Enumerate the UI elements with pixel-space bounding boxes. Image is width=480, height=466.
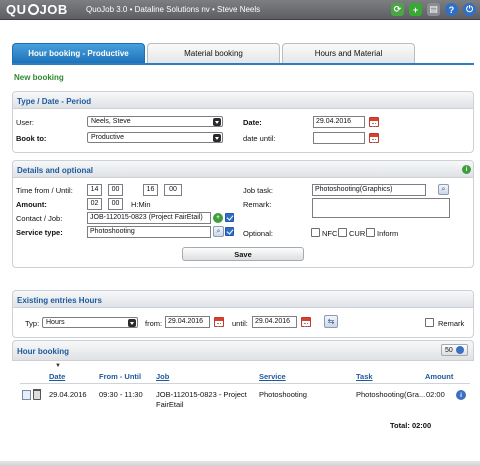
help-icon[interactable]: ? [445,3,458,16]
calendar-icon[interactable] [214,317,224,327]
date-until-label: date until: [243,134,276,143]
time-from-minute[interactable]: 00 [108,184,123,196]
existing-entries-section: Existing entries Hours [12,290,474,338]
table-divider [20,383,470,384]
book-to-select[interactable]: Productive [87,132,223,143]
row-job-line2: FairEtail [156,400,184,409]
from-label: from: [145,319,163,328]
column-amount[interactable]: Amount [425,372,453,381]
user-select[interactable]: Neels, Steve [87,116,223,127]
row-info-icon[interactable]: i [456,390,466,400]
until-date-input[interactable]: 29.04.2016 [252,316,297,328]
amount-minute[interactable]: 00 [108,198,123,210]
new-booking-heading: New booking [14,73,64,82]
time-until-hour[interactable]: 16 [143,184,158,196]
column-service[interactable]: Service [259,372,286,381]
cur-label: CUR [349,229,366,238]
window-bottom-edge [0,461,480,466]
row-date: 29.04.2016 [49,390,87,399]
from-date-input[interactable]: 29.04.2016 [165,316,210,328]
cur-checkbox[interactable] [338,228,347,237]
typ-label: Typ: [25,319,40,328]
remark-label: Remark: [243,200,272,209]
time-from-hour[interactable]: 14 [87,184,102,196]
refresh-icon[interactable]: ⟳ [391,3,404,16]
until-label: until: [232,319,248,328]
amount-label: Amount: [16,200,47,209]
page-size-selector[interactable]: 50 [441,344,468,356]
remark-filter-checkbox[interactable] [425,318,434,327]
contact-job-input[interactable]: JOB-112015-0823 (Project FairEtail) [87,212,211,224]
date-input[interactable]: 29.04.2016 [313,116,365,128]
details-header: Details and optional [13,161,473,178]
column-task[interactable]: Task [356,372,373,381]
add-contact-icon[interactable]: + [213,213,223,223]
print-icon[interactable]: ▤ [427,3,440,16]
time-until-minute[interactable]: 00 [164,184,182,196]
info-icon[interactable]: i [462,165,471,174]
tab-hours-and-material[interactable]: Hours and Material [282,43,415,63]
tab-hour-booking-productive[interactable]: Hour booking - Productive [12,43,145,63]
amount-hour[interactable]: 02 [87,198,102,210]
quojob-logo: QU JOB [6,2,68,17]
hour-booking-header: Hour booking [12,340,474,361]
row-job-line1: JOB-112015-0823 - Project [156,390,247,399]
column-from-until[interactable]: From - Until [99,372,141,381]
service-type-input[interactable]: Photoshooting [87,226,211,238]
date-until-input[interactable] [313,132,365,144]
chevron-down-icon [213,134,221,142]
amount-unit: H:Min [131,200,151,209]
row-from-until: 09:30 - 11:30 [99,390,143,399]
tab-material-booking[interactable]: Material booking [147,43,280,63]
total-amount: Total: 02:00 [390,421,432,430]
job-task-label: Job task: [243,186,274,195]
column-date[interactable]: Date [49,372,65,381]
search-icon[interactable]: ⌕ [213,226,224,237]
calendar-icon[interactable] [369,133,379,143]
save-button[interactable]: Save [182,247,304,261]
calendar-icon[interactable] [301,317,311,327]
typ-select[interactable]: Hours [42,317,138,328]
user-label: User: [16,118,34,127]
column-job[interactable]: Job [156,372,169,381]
remark-filter-label: Remark [438,319,465,328]
row-service: Photoshooting [259,390,307,399]
calendar-icon[interactable] [369,117,379,127]
chevron-down-icon [213,118,221,126]
inform-label: Inform [377,229,399,238]
tab-underline [12,63,474,65]
delete-icon[interactable] [33,389,41,400]
row-task: Photoshooting(Gra... [356,390,426,399]
contact-job-checkbox[interactable] [225,213,234,222]
nfc-label: NFC [322,229,338,238]
sort-arrow-icon: ▼ [55,363,61,369]
optional-label: Optional: [243,229,274,238]
edit-icon[interactable] [22,390,31,400]
service-type-checkbox[interactable] [225,227,234,236]
filter-search-icon[interactable]: ⇆ [324,315,338,328]
power-icon[interactable]: ⏻ [463,3,476,16]
date-label: Date: [243,118,262,127]
inform-checkbox[interactable] [366,228,375,237]
add-icon[interactable]: + [409,3,422,16]
remark-textarea[interactable] [312,198,450,218]
title-bar: QU JOB QuoJob 3.0 • Dataline Solutions nv… [0,0,480,20]
search-icon[interactable]: ⌕ [438,184,449,195]
chevron-down-icon [128,319,136,327]
service-type-label: Service type: [16,228,63,237]
app-title: QuoJob 3.0 • Dataline Solutions nv • Ste… [86,5,261,14]
chevron-down-icon [455,346,464,354]
book-to-label: Book to: [16,134,47,143]
contact-job-label: Contact / Job: [16,214,63,223]
time-label: Time from / Until: [16,186,73,195]
type-date-header: Type / Date - Period [13,92,473,109]
existing-entries-header: Existing entries Hours [13,291,473,308]
nfc-checkbox[interactable] [311,228,320,237]
job-task-input[interactable]: Photoshooting(Graphics) [312,184,426,196]
row-amount: 02:00 [426,390,445,399]
